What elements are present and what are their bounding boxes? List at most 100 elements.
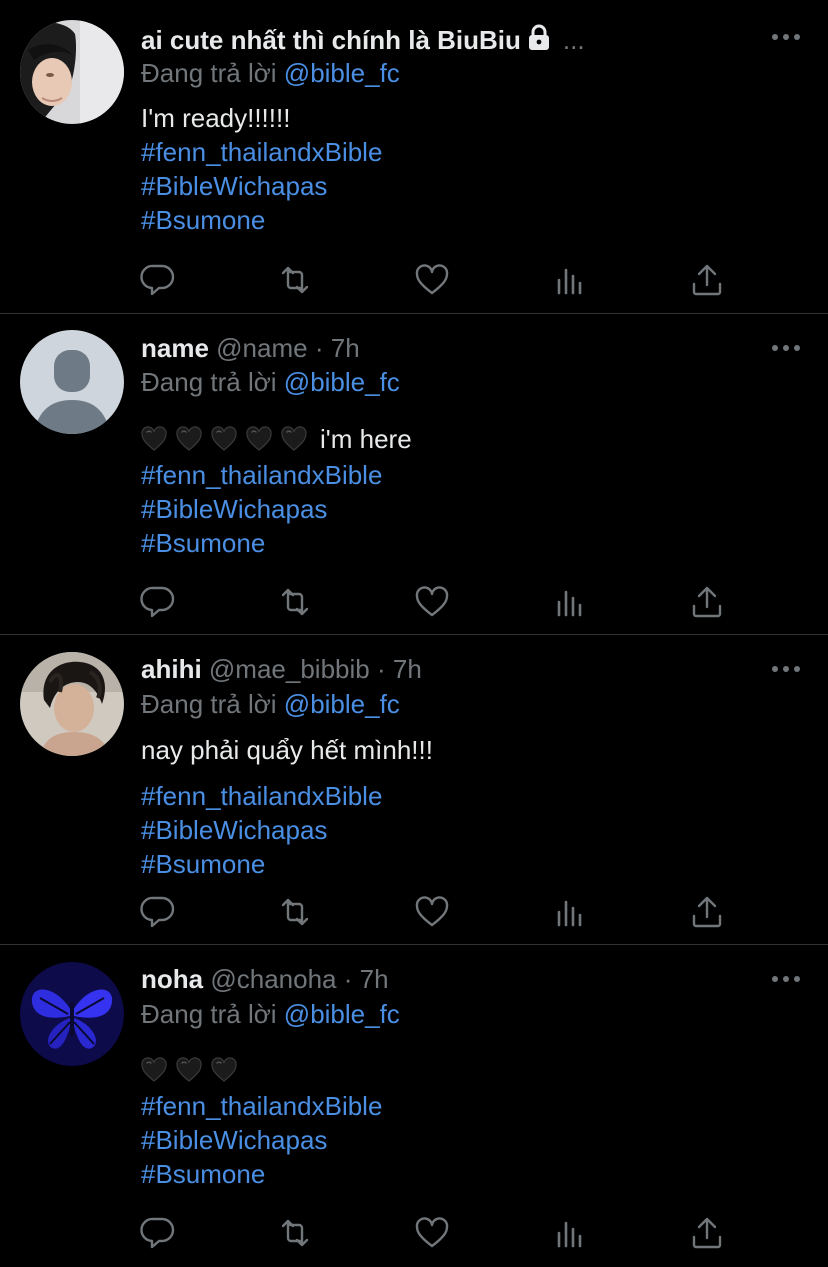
share-icon[interactable] <box>687 1213 727 1253</box>
reply-icon[interactable] <box>138 1213 178 1253</box>
analytics-icon[interactable] <box>550 892 590 932</box>
timestamp[interactable]: 7h <box>393 654 422 684</box>
replying-to-label: Đang trả lời <box>141 689 277 719</box>
display-name[interactable]: name <box>141 333 209 363</box>
tweet-text: I'm ready!!!!!! #fenn_thailandxBible #Bi… <box>141 101 382 237</box>
analytics-icon[interactable] <box>550 260 590 300</box>
tweet-header: ahihi @mae_bibbib · 7h <box>141 651 422 687</box>
hashtag[interactable]: #Bsumone <box>141 203 382 237</box>
share-icon[interactable] <box>687 582 727 622</box>
avatar[interactable] <box>20 962 124 1066</box>
tweet-text-content: nay phải quẩy hết mình!!! <box>141 735 433 765</box>
tweet-text-content: i'm here <box>320 424 412 454</box>
black-heart-emoji-icon <box>281 426 307 451</box>
tweet-1[interactable]: ai cute nhất thì chính là BiuBiu ... Đan… <box>0 0 828 313</box>
separator-dot: · <box>343 964 353 994</box>
black-heart-emoji-row <box>141 424 316 454</box>
black-heart-emoji-icon <box>211 426 237 451</box>
black-heart-emoji-icon <box>246 426 272 451</box>
butterfly-avatar-icon <box>20 962 124 1066</box>
replying-to-mention[interactable]: @bible_fc <box>284 999 400 1029</box>
timestamp[interactable]: 7h <box>331 333 360 363</box>
default-avatar-icon <box>20 330 124 434</box>
tweet-text: nay phải quẩy hết mình!!! #fenn_thailand… <box>141 733 433 881</box>
tweet-header: ai cute nhất thì chính là BiuBiu ... <box>141 22 585 58</box>
black-heart-emoji-icon <box>176 1057 202 1082</box>
hashtag[interactable]: #BibleWichapas <box>141 169 382 203</box>
black-heart-emoji-icon <box>141 1057 167 1082</box>
hashtag[interactable]: #Bsumone <box>141 526 412 560</box>
avatar[interactable] <box>20 652 124 756</box>
replying-to: Đang trả lời @bible_fc <box>141 996 400 1032</box>
handle[interactable]: @name <box>216 333 307 363</box>
hashtag[interactable]: #Bsumone <box>141 1157 382 1191</box>
avatar[interactable] <box>20 20 124 124</box>
replying-to-mention[interactable]: @bible_fc <box>284 689 400 719</box>
replying-to-label: Đang trả lời <box>141 999 277 1029</box>
more-options-icon[interactable] <box>770 973 802 985</box>
display-name[interactable]: noha <box>141 964 203 994</box>
share-icon[interactable] <box>687 892 727 932</box>
retweet-icon[interactable] <box>275 892 315 932</box>
separator-dot: · <box>314 333 324 363</box>
hashtag[interactable]: #fenn_thailandxBible <box>141 779 433 813</box>
more-options-icon[interactable] <box>770 31 802 43</box>
replying-to-mention[interactable]: @bible_fc <box>284 58 400 88</box>
reply-icon[interactable] <box>138 892 178 932</box>
hashtag[interactable]: #Bsumone <box>141 847 433 881</box>
timestamp[interactable]: 7h <box>360 964 389 994</box>
reply-icon[interactable] <box>138 582 178 622</box>
handle[interactable]: @chanoha <box>210 964 336 994</box>
hashtag[interactable]: #fenn_thailandxBible <box>141 1089 382 1123</box>
hashtag[interactable]: #BibleWichapas <box>141 492 412 526</box>
name-overflow-ellipsis: ... <box>562 25 585 55</box>
separator-dot: · <box>376 654 386 684</box>
share-icon[interactable] <box>687 260 727 300</box>
tweet-2[interactable]: name @name · 7h Đang trả lời @bible_fc i… <box>0 314 828 634</box>
analytics-icon[interactable] <box>550 1213 590 1253</box>
like-icon[interactable] <box>412 892 452 932</box>
black-heart-emoji-icon <box>176 426 202 451</box>
tweet-actions <box>0 1213 828 1253</box>
replying-to: Đang trả lời @bible_fc <box>141 364 400 400</box>
avatar[interactable] <box>20 330 124 434</box>
retweet-icon[interactable] <box>275 1213 315 1253</box>
tweet-4[interactable]: noha @chanoha · 7h Đang trả lời @bible_f… <box>0 945 828 1267</box>
analytics-icon[interactable] <box>550 582 590 622</box>
like-icon[interactable] <box>412 582 452 622</box>
tweet-text: #fenn_thailandxBible #BibleWichapas #Bsu… <box>141 1053 382 1191</box>
more-options-icon[interactable] <box>770 663 802 675</box>
reply-icon[interactable] <box>138 260 178 300</box>
black-heart-emoji-icon <box>141 426 167 451</box>
hashtag[interactable]: #fenn_thailandxBible <box>141 135 382 169</box>
replying-to: Đang trả lời @bible_fc <box>141 55 400 91</box>
replying-to-mention[interactable]: @bible_fc <box>284 367 400 397</box>
tweet-actions <box>0 582 828 622</box>
retweet-icon[interactable] <box>275 582 315 622</box>
black-heart-emoji-row <box>141 1055 246 1085</box>
replying-to: Đang trả lời @bible_fc <box>141 686 400 722</box>
retweet-icon[interactable] <box>275 260 315 300</box>
hashtag[interactable]: #fenn_thailandxBible <box>141 458 412 492</box>
avatar-photo-icon <box>20 20 124 124</box>
tweet-header: name @name · 7h <box>141 330 360 366</box>
hashtag[interactable]: #BibleWichapas <box>141 813 433 847</box>
more-options-icon[interactable] <box>770 342 802 354</box>
display-name[interactable]: ahihi <box>141 654 202 684</box>
replying-to-label: Đang trả lời <box>141 367 277 397</box>
handle[interactable]: @mae_bibbib <box>209 654 370 684</box>
hashtag[interactable]: #BibleWichapas <box>141 1123 382 1157</box>
replying-to-label: Đang trả lời <box>141 58 277 88</box>
like-icon[interactable] <box>412 260 452 300</box>
tweet-text-content: I'm ready!!!!!! <box>141 103 291 133</box>
tweet-actions <box>0 892 828 932</box>
display-name[interactable]: ai cute nhất thì chính là BiuBiu <box>141 25 521 55</box>
tweet-header: noha @chanoha · 7h <box>141 961 389 997</box>
like-icon[interactable] <box>412 1213 452 1253</box>
lock-icon <box>528 24 549 50</box>
black-heart-emoji-icon <box>211 1057 237 1082</box>
tweet-actions <box>0 260 828 300</box>
avatar-photo-icon <box>20 652 124 756</box>
tweet-text: i'm here #fenn_thailandxBible #BibleWich… <box>141 422 412 560</box>
tweet-3[interactable]: ahihi @mae_bibbib · 7h Đang trả lời @bib… <box>0 635 828 944</box>
